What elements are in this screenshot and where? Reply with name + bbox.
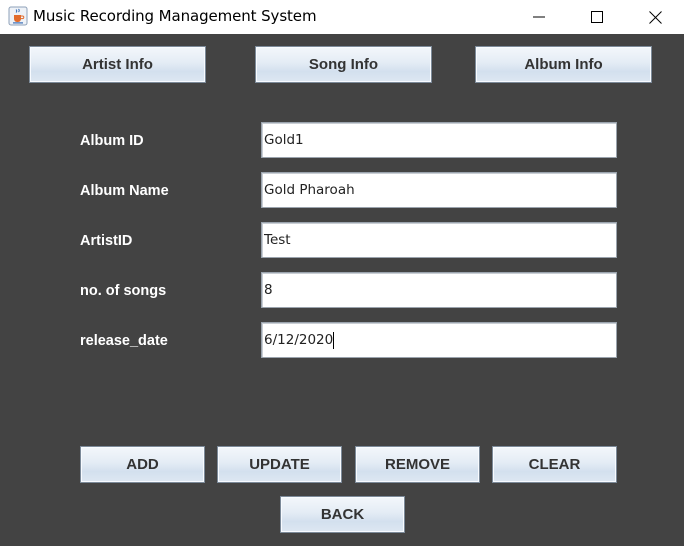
album-id-value: Gold1: [264, 132, 304, 148]
release-date-value: 6/12/2020: [264, 332, 334, 348]
close-button[interactable]: [626, 0, 684, 34]
num-songs-field[interactable]: 8: [261, 272, 617, 308]
update-button[interactable]: UPDATE: [217, 446, 342, 483]
album-name-label: Album Name: [80, 183, 169, 199]
maximize-icon: [591, 11, 603, 23]
album-id-field[interactable]: Gold1: [261, 122, 617, 158]
back-button[interactable]: BACK: [280, 496, 405, 533]
song-info-button[interactable]: Song Info: [255, 46, 432, 83]
window-title: Music Recording Management System: [33, 7, 317, 25]
album-id-label: Album ID: [80, 133, 144, 149]
remove-button[interactable]: REMOVE: [355, 446, 480, 483]
album-name-value: Gold Pharoah: [264, 182, 355, 198]
clear-button[interactable]: CLEAR: [492, 446, 617, 483]
artist-id-value: Test: [264, 232, 291, 248]
minimize-icon: [533, 16, 545, 18]
num-songs-label: no. of songs: [80, 283, 167, 299]
artist-id-label: ArtistID: [80, 233, 133, 249]
title-bar: Music Recording Management System: [0, 0, 684, 34]
minimize-button[interactable]: [510, 0, 568, 34]
artist-info-button[interactable]: Artist Info: [29, 46, 206, 83]
album-info-panel: Artist Info Song Info Album Info Album I…: [0, 34, 684, 546]
release-date-field[interactable]: 6/12/2020: [261, 322, 617, 358]
close-icon: [648, 10, 662, 24]
text-cursor: [333, 331, 335, 349]
maximize-button[interactable]: [568, 0, 626, 34]
artist-id-field[interactable]: Test: [261, 222, 617, 258]
java-coffee-cup-icon: [8, 6, 28, 26]
album-info-button[interactable]: Album Info: [475, 46, 652, 83]
num-songs-value: 8: [264, 282, 273, 298]
add-button[interactable]: ADD: [80, 446, 205, 483]
album-name-field[interactable]: Gold Pharoah: [261, 172, 617, 208]
release-date-label: release_date: [80, 333, 168, 349]
